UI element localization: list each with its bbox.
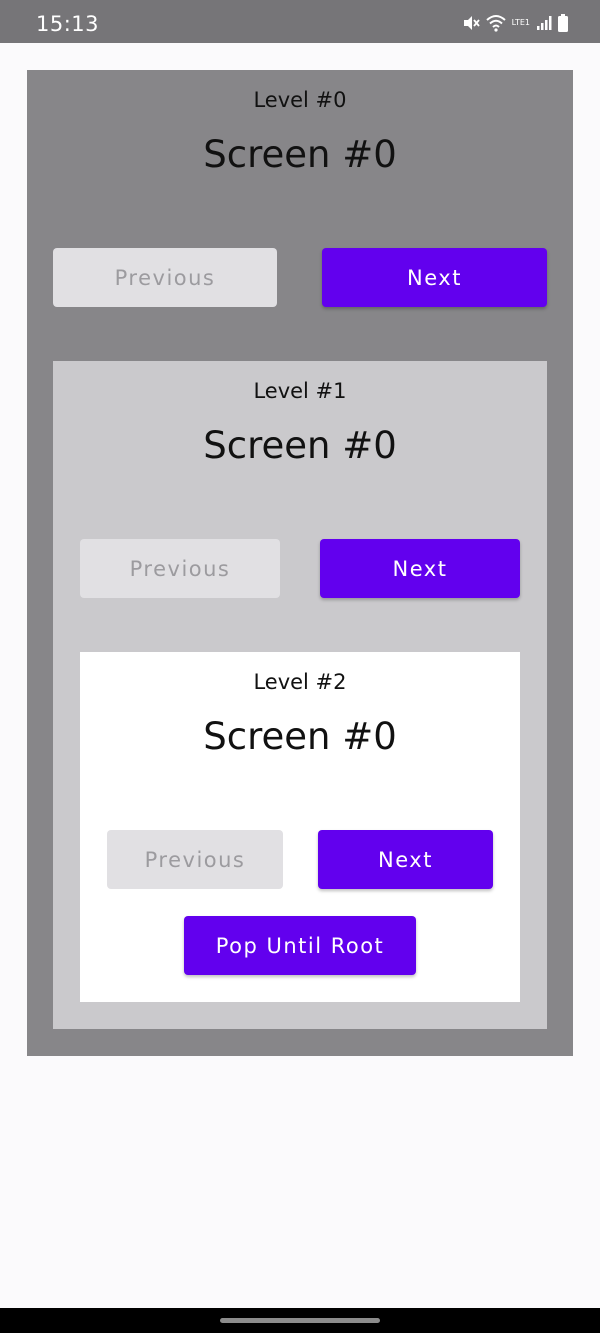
next-button[interactable]: Next xyxy=(320,539,520,598)
next-button[interactable]: Next xyxy=(322,248,547,307)
home-gesture-handle[interactable] xyxy=(220,1318,380,1323)
level-1-panel: Level #1 Screen #0 Previous Next Level #… xyxy=(53,361,547,1029)
previous-button[interactable]: Previous xyxy=(80,539,280,598)
level-2-panel: Level #2 Screen #0 Previous Next Pop Unt… xyxy=(80,652,520,1002)
wifi-icon xyxy=(485,14,506,32)
screen-title: Screen #0 xyxy=(203,424,397,467)
status-time: 15:13 xyxy=(36,12,100,36)
next-button[interactable]: Next xyxy=(318,830,493,889)
signal-icon xyxy=(536,15,552,31)
previous-button[interactable]: Previous xyxy=(53,248,277,307)
pop-until-root-button[interactable]: Pop Until Root xyxy=(184,916,416,975)
screen-title: Screen #0 xyxy=(203,715,397,758)
level-label: Level #1 xyxy=(253,379,347,403)
mute-icon xyxy=(462,14,480,32)
level-label: Level #0 xyxy=(253,88,347,112)
status-bar: 15:13 LTE1 xyxy=(0,0,600,43)
level-label: Level #2 xyxy=(253,670,347,694)
level-0-panel: Level #0 Screen #0 Previous Next Level #… xyxy=(27,70,573,1056)
battery-icon xyxy=(558,14,568,32)
network-type-label: LTE1 xyxy=(511,18,530,27)
previous-button[interactable]: Previous xyxy=(107,830,283,889)
navigation-bar xyxy=(0,1308,600,1333)
screen-title: Screen #0 xyxy=(203,133,397,176)
status-icons: LTE1 xyxy=(462,13,568,33)
